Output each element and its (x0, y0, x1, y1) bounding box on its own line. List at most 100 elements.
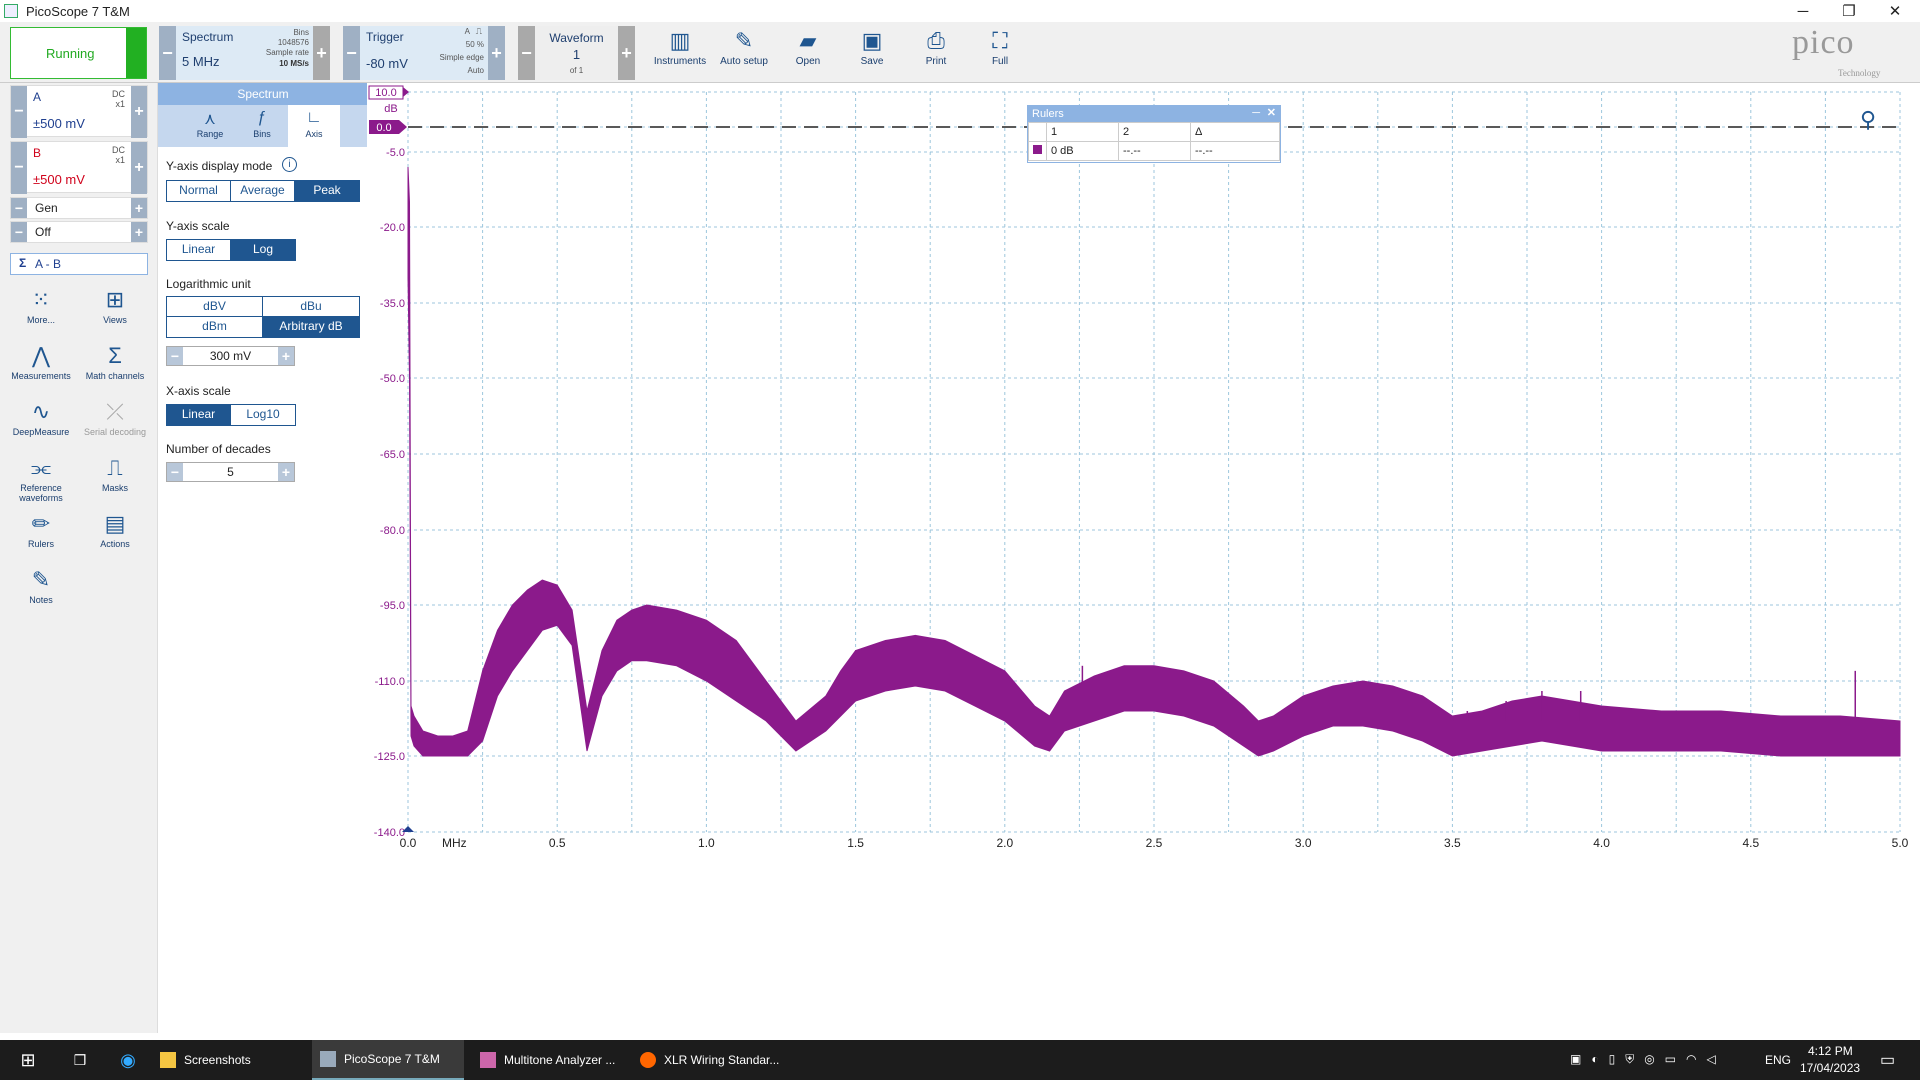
generator-increase-button[interactable]: + (131, 198, 147, 218)
trigger-decrease-button[interactable]: − (343, 26, 360, 80)
reference-level-decrease-button[interactable]: − (167, 347, 183, 365)
decades-increase-button[interactable]: + (278, 463, 294, 481)
deepmeasure-label: DeepMeasure (12, 427, 70, 437)
reference-level-value[interactable]: 300 mV (183, 349, 278, 363)
pico-logo: pico (1792, 24, 1855, 61)
reference-waveforms-button[interactable]: ⫘ Reference waveforms (4, 453, 78, 503)
channel-b-name: B (33, 146, 42, 160)
generator-state-increase-button[interactable]: + (131, 222, 147, 242)
run-stop-button[interactable]: Running (10, 27, 147, 79)
channel-a-decrease-button[interactable]: − (11, 86, 27, 138)
waveform-block[interactable]: Waveform 1 of 1 (535, 26, 618, 80)
generator-decrease-button[interactable]: − (11, 198, 27, 218)
instruments-button[interactable]: ▥ Instruments (650, 26, 710, 67)
log-unit-dbm[interactable]: dBm (167, 317, 263, 337)
channel-b-control[interactable]: − B DC x1 ±500 mV + (10, 141, 148, 194)
bins-label: Bins (293, 28, 309, 37)
x-scale-log10[interactable]: Log10 (231, 405, 295, 425)
x-axis-ticks: 0.0 0.5 1.0 1.5 2.0 2.5 3.0 3.5 4.0 4.5 5.0 (400, 826, 1909, 850)
x-tick-label: 2.5 (1146, 836, 1163, 850)
log-unit-dbv[interactable]: dBV (167, 297, 263, 317)
maximize-button[interactable]: ❐ (1826, 0, 1872, 22)
decades-decrease-button[interactable]: − (167, 463, 183, 481)
views-button[interactable]: ⊞ Views (78, 285, 152, 325)
taskbar-picoscope[interactable]: PicoScope 7 T&M (312, 1040, 464, 1080)
spectrum-decrease-button[interactable]: − (159, 26, 176, 80)
generator-control[interactable]: − Gen + (10, 197, 148, 219)
task-view-icon[interactable]: ❒ (56, 1040, 96, 1080)
waveform-next-button[interactable]: + (618, 26, 635, 80)
info-icon[interactable]: i (282, 157, 297, 172)
generator-state-control[interactable]: − Off + (10, 221, 148, 243)
clock-time[interactable]: 4:12 PM (1808, 1044, 1853, 1058)
tab-bins-label: Bins (253, 129, 271, 139)
save-button[interactable]: ▣ Save (842, 26, 902, 67)
masks-icon: ⎍ (107, 455, 123, 480)
channel-a-increase-button[interactable]: + (131, 86, 147, 138)
notes-button[interactable]: ✎ Notes (4, 565, 78, 605)
minimize-button[interactable]: ─ (1780, 0, 1826, 22)
edge-browser-icon[interactable]: ◉ (104, 1040, 144, 1080)
more-button[interactable]: ⁙ More... (4, 285, 78, 325)
print-button[interactable]: ⎙ Print (906, 26, 966, 67)
reference-level-increase-button[interactable]: + (278, 347, 294, 365)
reference-level-stepper[interactable]: − 300 mV + (166, 346, 295, 366)
start-button[interactable]: ⊞ (4, 1040, 44, 1080)
channel-b-decrease-button[interactable]: − (11, 142, 27, 194)
full-screen-button[interactable]: ⛶ Full (970, 26, 1030, 67)
open-button[interactable]: ▰ Open (778, 26, 838, 67)
y-display-peak[interactable]: Peak (295, 181, 359, 201)
number-of-decades-stepper[interactable]: − 5 + (166, 462, 295, 482)
spectrum-plot-area[interactable]: -5.0 -20.0 -35.0 -50.0 -65.0 -80.0 -95.0 -110.0… (367, 83, 1920, 1033)
math-channel-chip[interactable]: Σ A - B (10, 253, 148, 275)
taskbar-firefox-xlr[interactable]: XLR Wiring Standar... (632, 1040, 784, 1080)
y-scale-linear[interactable]: Linear (167, 240, 231, 260)
rulers-panel[interactable]: Rulers ─ ✕ 1 2 Δ 0 dB --.-- --.-- (1027, 105, 1281, 163)
tab-axis[interactable]: ∟ Axis (288, 105, 340, 147)
measurements-button[interactable]: ⋀ Measurements (4, 341, 78, 381)
clock-date[interactable]: 17/04/2023 (1800, 1061, 1860, 1075)
log-unit-dbu[interactable]: dBu (263, 297, 359, 317)
decades-value[interactable]: 5 (183, 465, 278, 479)
zoom-icon[interactable]: ⚲ (1860, 107, 1876, 133)
actions-button[interactable]: ▤ Actions (78, 509, 152, 549)
spectrum-block[interactable]: Spectrum 5 MHz Bins 1048576 Sample rate … (176, 26, 313, 80)
log-unit-arbitrary-db[interactable]: Arbitrary dB (263, 317, 359, 337)
language-indicator[interactable]: ENG (1765, 1053, 1791, 1067)
rulers-table: 1 2 Δ 0 dB --.-- --.-- (1028, 122, 1280, 161)
spectrum-chart[interactable]: -5.0 -20.0 -35.0 -50.0 -65.0 -80.0 -95.0 -110.0… (367, 83, 1920, 1033)
notifications-icon[interactable]: ▭ (1880, 1050, 1895, 1070)
trigger-block[interactable]: Trigger -80 mV A ⎍ 50 % Simple edge Auto (360, 26, 488, 80)
channel-a-control[interactable]: − A DC x1 ±500 mV + (10, 85, 148, 138)
masks-button[interactable]: ⎍ Masks (78, 453, 152, 493)
serial-decoding-button[interactable]: ⤫ Serial decoding (78, 397, 152, 437)
channel-b-range: ±500 mV (33, 172, 85, 187)
rulers-close-icon[interactable]: ✕ (1267, 105, 1276, 121)
spectrum-title: Spectrum (182, 30, 234, 44)
rulers-minimize-icon[interactable]: ─ (1252, 105, 1260, 121)
y-scale-log[interactable]: Log (231, 240, 295, 260)
x-axis-unit-label: MHz (442, 836, 467, 850)
auto-setup-button[interactable]: ✎ Auto setup (714, 26, 774, 67)
x-scale-linear[interactable]: Linear (167, 405, 231, 425)
spectrum-increase-button[interactable]: + (313, 26, 330, 80)
trigger-increase-button[interactable]: + (488, 26, 505, 80)
panel-header: Spectrum (158, 83, 368, 105)
taskbar-screenshots[interactable]: Screenshots (152, 1040, 304, 1080)
y-tick-label: -80.0 (380, 525, 405, 537)
generator-state-decrease-button[interactable]: − (11, 222, 27, 242)
math-channels-button[interactable]: Σ Math channels (78, 341, 152, 381)
tab-bins[interactable]: ƒ Bins (236, 105, 288, 147)
waveform-previous-button[interactable]: − (518, 26, 535, 80)
panel-tabs: ⋏ Range ƒ Bins ∟ Axis (158, 105, 368, 147)
rulers-button[interactable]: ✏ Rulers (4, 509, 78, 549)
y-display-average[interactable]: Average (231, 181, 295, 201)
tab-range[interactable]: ⋏ Range (184, 105, 236, 147)
close-button[interactable]: ✕ (1872, 0, 1918, 22)
y-display-normal[interactable]: Normal (167, 181, 231, 201)
system-tray-icons[interactable]: ▣◐▯⛨◎▭◠◁ (1570, 1052, 1726, 1067)
deepmeasure-button[interactable]: ∿ DeepMeasure (4, 397, 78, 437)
left-sidebar: − A DC x1 ±500 mV + − B DC x1 ±500 mV + − … (0, 83, 157, 1033)
channel-b-increase-button[interactable]: + (131, 142, 147, 194)
taskbar-multitone-analyzer[interactable]: Multitone Analyzer ... (472, 1040, 624, 1080)
